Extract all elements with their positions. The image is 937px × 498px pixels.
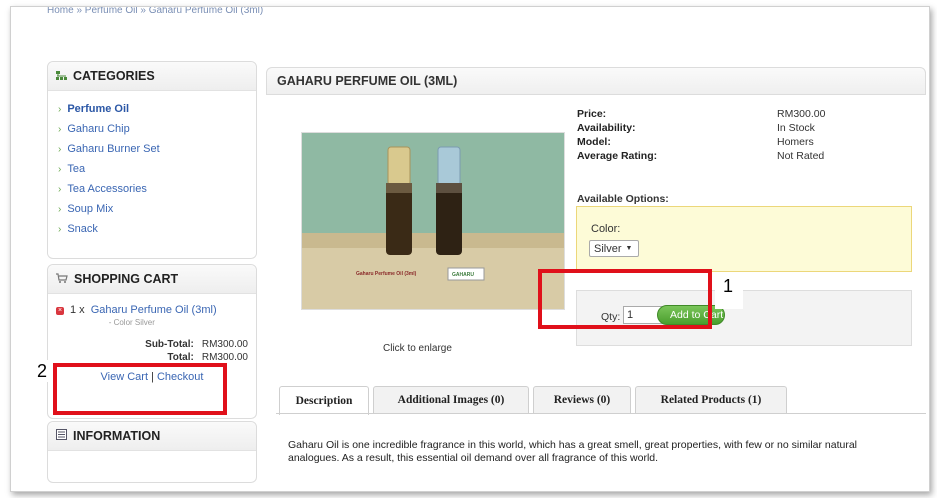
options-title: Available Options:: [577, 193, 669, 205]
availability-value: In Stock: [777, 122, 815, 134]
category-item-soup-mix[interactable]: › Soup Mix: [58, 199, 256, 219]
information-icon: [56, 429, 67, 443]
cart-item: × 1 x Gaharu Perfume Oil (3ml) - Color S…: [48, 294, 256, 327]
product-title: GAHARU PERFUME OIL (3ML): [277, 74, 458, 88]
category-item-snack[interactable]: › Snack: [58, 219, 256, 239]
category-item-tea[interactable]: › Tea: [58, 159, 256, 179]
arrow-right-icon: ›: [58, 203, 62, 215]
price-value: RM300.00: [777, 108, 826, 120]
cart-totals: Sub-Total: RM300.00 Total: RM300.00: [48, 339, 256, 365]
categories-header: CATEGORIES: [48, 62, 256, 91]
information-box: INFORMATION: [47, 421, 257, 483]
color-select-value: Silver: [594, 242, 622, 255]
product-tabs: Description Additional Images (0) Review…: [279, 386, 791, 415]
remove-icon[interactable]: ×: [56, 307, 64, 315]
category-item-gaharu-chip[interactable]: › Gaharu Chip: [58, 119, 256, 139]
cart-item-qty: 1 x: [70, 304, 85, 316]
categories-icon: [56, 70, 67, 82]
color-select[interactable]: Silver ▼: [589, 240, 639, 257]
color-label: Color:: [591, 223, 621, 235]
categories-title: CATEGORIES: [73, 69, 155, 83]
categories-list: › Perfume Oil › Gaharu Chip › Gaharu Burner…: [48, 91, 256, 239]
options-panel: Color: Silver ▼: [576, 206, 912, 272]
tab-reviews[interactable]: Reviews (0): [533, 386, 631, 413]
shopping-cart-header: SHOPPING CART: [48, 265, 256, 294]
price-label: Price:: [577, 108, 607, 120]
arrow-right-icon: ›: [58, 123, 62, 135]
product-image-logo: GAHARU: [452, 272, 474, 278]
information-header: INFORMATION: [48, 422, 256, 451]
subtotal-value: RM300.00: [201, 339, 248, 350]
rating-value: Not Rated: [777, 150, 825, 162]
arrow-right-icon: ›: [58, 223, 62, 235]
arrow-right-icon: ›: [58, 103, 62, 115]
model-value: Homers: [777, 136, 814, 148]
click-to-enlarge[interactable]: Click to enlarge: [383, 343, 452, 354]
product-specs: Price: RM300.00 Availability: In Stock Mod…: [577, 108, 847, 164]
rating-label: Average Rating:: [577, 150, 658, 162]
breadcrumb[interactable]: Home » Perfume Oil » Gaharu Perfume Oil …: [47, 7, 263, 16]
tab-additional-images[interactable]: Additional Images (0): [373, 386, 529, 413]
product-title-bar: GAHARU PERFUME OIL (3ML): [266, 67, 926, 95]
cart-icon: [56, 272, 68, 286]
arrow-right-icon: ›: [58, 183, 62, 195]
category-item-gaharu-burner-set[interactable]: › Gaharu Burner Set: [58, 139, 256, 159]
cart-item-option: - Color Silver: [108, 318, 155, 327]
product-description: Gaharu Oil is one incredible fragrance i…: [288, 439, 858, 464]
tab-related-products[interactable]: Related Products (1): [635, 386, 787, 413]
product-image-caption: Gaharu Perfume Oil (3ml): [356, 271, 417, 277]
model-label: Model:: [577, 136, 611, 148]
cart-item-name[interactable]: Gaharu Perfume Oil (3ml): [91, 304, 217, 316]
category-item-perfume-oil[interactable]: › Perfume Oil: [58, 99, 256, 119]
subtotal-label: Sub-Total:: [145, 339, 194, 350]
chevron-down-icon: ▼: [625, 245, 633, 252]
browser-frame: Home » Perfume Oil » Gaharu Perfume Oil …: [10, 6, 930, 492]
annotation-marker-1: 1: [715, 273, 743, 309]
category-item-tea-accessories[interactable]: › Tea Accessories: [58, 179, 256, 199]
annotation-marker-2: 2: [37, 360, 51, 382]
availability-label: Availability:: [577, 122, 636, 134]
arrow-right-icon: ›: [58, 163, 62, 175]
shopping-cart-title: SHOPPING CART: [74, 272, 179, 286]
categories-box: CATEGORIES › Perfume Oil › Gaharu Chip › Ga…: [47, 61, 257, 259]
highlight-box-add-to-cart: [538, 269, 712, 329]
arrow-right-icon: ›: [58, 143, 62, 155]
information-title: INFORMATION: [73, 429, 161, 443]
highlight-box-cart-links: [53, 363, 227, 415]
product-image[interactable]: Gaharu Perfume Oil (3ml) GAHARU: [301, 132, 565, 310]
tab-description[interactable]: Description: [279, 386, 369, 415]
